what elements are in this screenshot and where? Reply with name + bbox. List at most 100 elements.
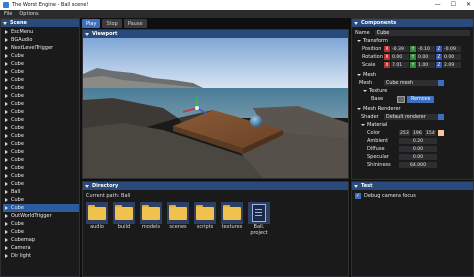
scene-item[interactable]: Cube <box>3 172 79 180</box>
shader-dropdown[interactable]: Default renderer <box>384 113 444 121</box>
dir-item-scripts[interactable]: scripts <box>194 202 216 236</box>
scene-item[interactable]: Cube <box>3 156 79 164</box>
color-b-input[interactable]: 154 <box>425 129 436 137</box>
scene-item[interactable]: Cube <box>3 52 79 60</box>
viewport-header[interactable]: Viewport <box>83 30 348 38</box>
dir-item-audio[interactable]: audio <box>86 202 108 236</box>
expand-arrow-icon[interactable] <box>5 134 8 138</box>
expand-arrow-icon[interactable] <box>5 38 8 42</box>
transform-section[interactable]: Transform <box>355 37 470 45</box>
diffuse-input[interactable]: 0.00 <box>399 145 437 153</box>
scene-item[interactable]: Cube <box>3 76 79 84</box>
scene-item[interactable]: Cube <box>3 92 79 100</box>
ambient-input[interactable]: 0.20 <box>399 137 437 145</box>
scene-panel-header[interactable]: Scene <box>1 19 79 27</box>
scene-viewport[interactable] <box>83 38 348 178</box>
collapse-icon[interactable] <box>85 184 89 188</box>
expand-arrow-icon[interactable] <box>5 126 8 130</box>
pause-button[interactable]: Pause <box>123 19 147 28</box>
dir-item-project-file[interactable]: Ball. project <box>248 202 270 236</box>
scene-item[interactable]: Cube <box>3 108 79 116</box>
dir-item-textures[interactable]: textures <box>221 202 243 236</box>
scene-item[interactable]: EscMenu <box>3 28 79 36</box>
expand-arrow-icon[interactable] <box>5 150 8 154</box>
collapse-icon[interactable] <box>357 74 361 76</box>
scene-item[interactable]: OutWorldTrigger <box>3 212 79 220</box>
scene-item[interactable]: Cube <box>3 132 79 140</box>
expand-arrow-icon[interactable] <box>5 62 8 66</box>
scene-item[interactable]: Cube <box>3 140 79 148</box>
expand-arrow-icon[interactable] <box>5 190 8 194</box>
scene-item[interactable]: Cube <box>3 116 79 124</box>
remove-texture-button[interactable]: Remove <box>407 95 435 103</box>
collapse-icon[interactable] <box>363 90 367 92</box>
expand-arrow-icon[interactable] <box>5 214 8 218</box>
scale-y-input[interactable]: 1.00 <box>417 61 435 69</box>
expand-arrow-icon[interactable] <box>5 222 8 226</box>
scene-item[interactable]: Ball <box>3 188 79 196</box>
texture-thumbnail[interactable] <box>397 95 405 103</box>
dir-item-models[interactable]: models <box>140 202 162 236</box>
scene-item[interactable]: NextLevelTrigger <box>3 44 79 52</box>
scene-item[interactable]: Cube <box>3 196 79 204</box>
test-header[interactable]: Test <box>352 182 473 190</box>
scene-item[interactable]: BGAudio <box>3 36 79 44</box>
stop-button[interactable]: Stop <box>102 19 122 28</box>
play-button[interactable]: Play <box>82 19 101 28</box>
name-input[interactable]: Cube <box>374 29 470 37</box>
position-z-input[interactable]: -0.09 <box>443 45 461 53</box>
expand-arrow-icon[interactable] <box>5 166 8 170</box>
expand-arrow-icon[interactable] <box>5 110 8 114</box>
scene-item[interactable]: Cube <box>3 60 79 68</box>
expand-arrow-icon[interactable] <box>5 182 8 186</box>
directory-header[interactable]: Directory <box>83 182 348 190</box>
expand-arrow-icon[interactable] <box>5 254 8 258</box>
debug-camera-row[interactable]: ✓ Debug camera focus <box>352 190 473 202</box>
menu-file[interactable]: File <box>4 11 12 17</box>
dir-item-scenes[interactable]: scenes <box>167 202 189 236</box>
scene-item[interactable]: Dir light <box>3 252 79 260</box>
scene-item[interactable]: Cube <box>3 100 79 108</box>
scene-item[interactable]: Cube <box>3 180 79 188</box>
shininess-input[interactable]: 64.000 <box>399 161 437 169</box>
color-r-input[interactable]: 253 <box>399 129 410 137</box>
color-swatch[interactable] <box>438 129 444 137</box>
mesh-section[interactable]: Mesh <box>355 71 470 79</box>
scene-item[interactable]: Cube <box>3 164 79 172</box>
material-section[interactable]: Material <box>355 121 470 129</box>
position-y-input[interactable]: -0.10 <box>417 45 435 53</box>
expand-arrow-icon[interactable] <box>5 142 8 146</box>
rotation-x-input[interactable]: 0.00 <box>391 53 409 61</box>
expand-arrow-icon[interactable] <box>5 94 8 98</box>
scene-item[interactable]: Cube <box>3 204 79 212</box>
specular-input[interactable]: 0.00 <box>399 153 437 161</box>
expand-arrow-icon[interactable] <box>5 246 8 250</box>
position-x-input[interactable]: -0.39 <box>391 45 409 53</box>
scale-z-input[interactable]: 2.09 <box>443 61 461 69</box>
rotation-z-input[interactable]: 0.00 <box>443 53 461 61</box>
collapse-icon[interactable] <box>361 124 365 126</box>
expand-arrow-icon[interactable] <box>5 206 8 210</box>
menu-options[interactable]: Options <box>19 11 38 17</box>
minimize-icon[interactable]: — <box>435 1 441 8</box>
collapse-icon[interactable] <box>85 32 89 36</box>
mesh-renderer-section[interactable]: Mesh Renderer <box>355 105 470 113</box>
scene-item[interactable]: Cube <box>3 84 79 92</box>
maximize-icon[interactable]: ☐ <box>451 1 456 8</box>
expand-arrow-icon[interactable] <box>5 174 8 178</box>
scale-x-input[interactable]: 7.01 <box>391 61 409 69</box>
scene-item[interactable]: Cube <box>3 228 79 236</box>
expand-arrow-icon[interactable] <box>5 118 8 122</box>
components-header[interactable]: Components <box>352 19 473 27</box>
scene-render[interactable] <box>83 38 348 178</box>
expand-arrow-icon[interactable] <box>5 230 8 234</box>
expand-arrow-icon[interactable] <box>5 86 8 90</box>
expand-arrow-icon[interactable] <box>5 158 8 162</box>
expand-arrow-icon[interactable] <box>5 78 8 82</box>
expand-arrow-icon[interactable] <box>5 70 8 74</box>
collapse-icon[interactable] <box>357 108 361 110</box>
rotation-y-input[interactable]: 0.00 <box>417 53 435 61</box>
collapse-icon[interactable] <box>357 40 361 42</box>
collapse-icon[interactable] <box>354 184 358 188</box>
texture-section[interactable]: Texture <box>355 87 470 95</box>
